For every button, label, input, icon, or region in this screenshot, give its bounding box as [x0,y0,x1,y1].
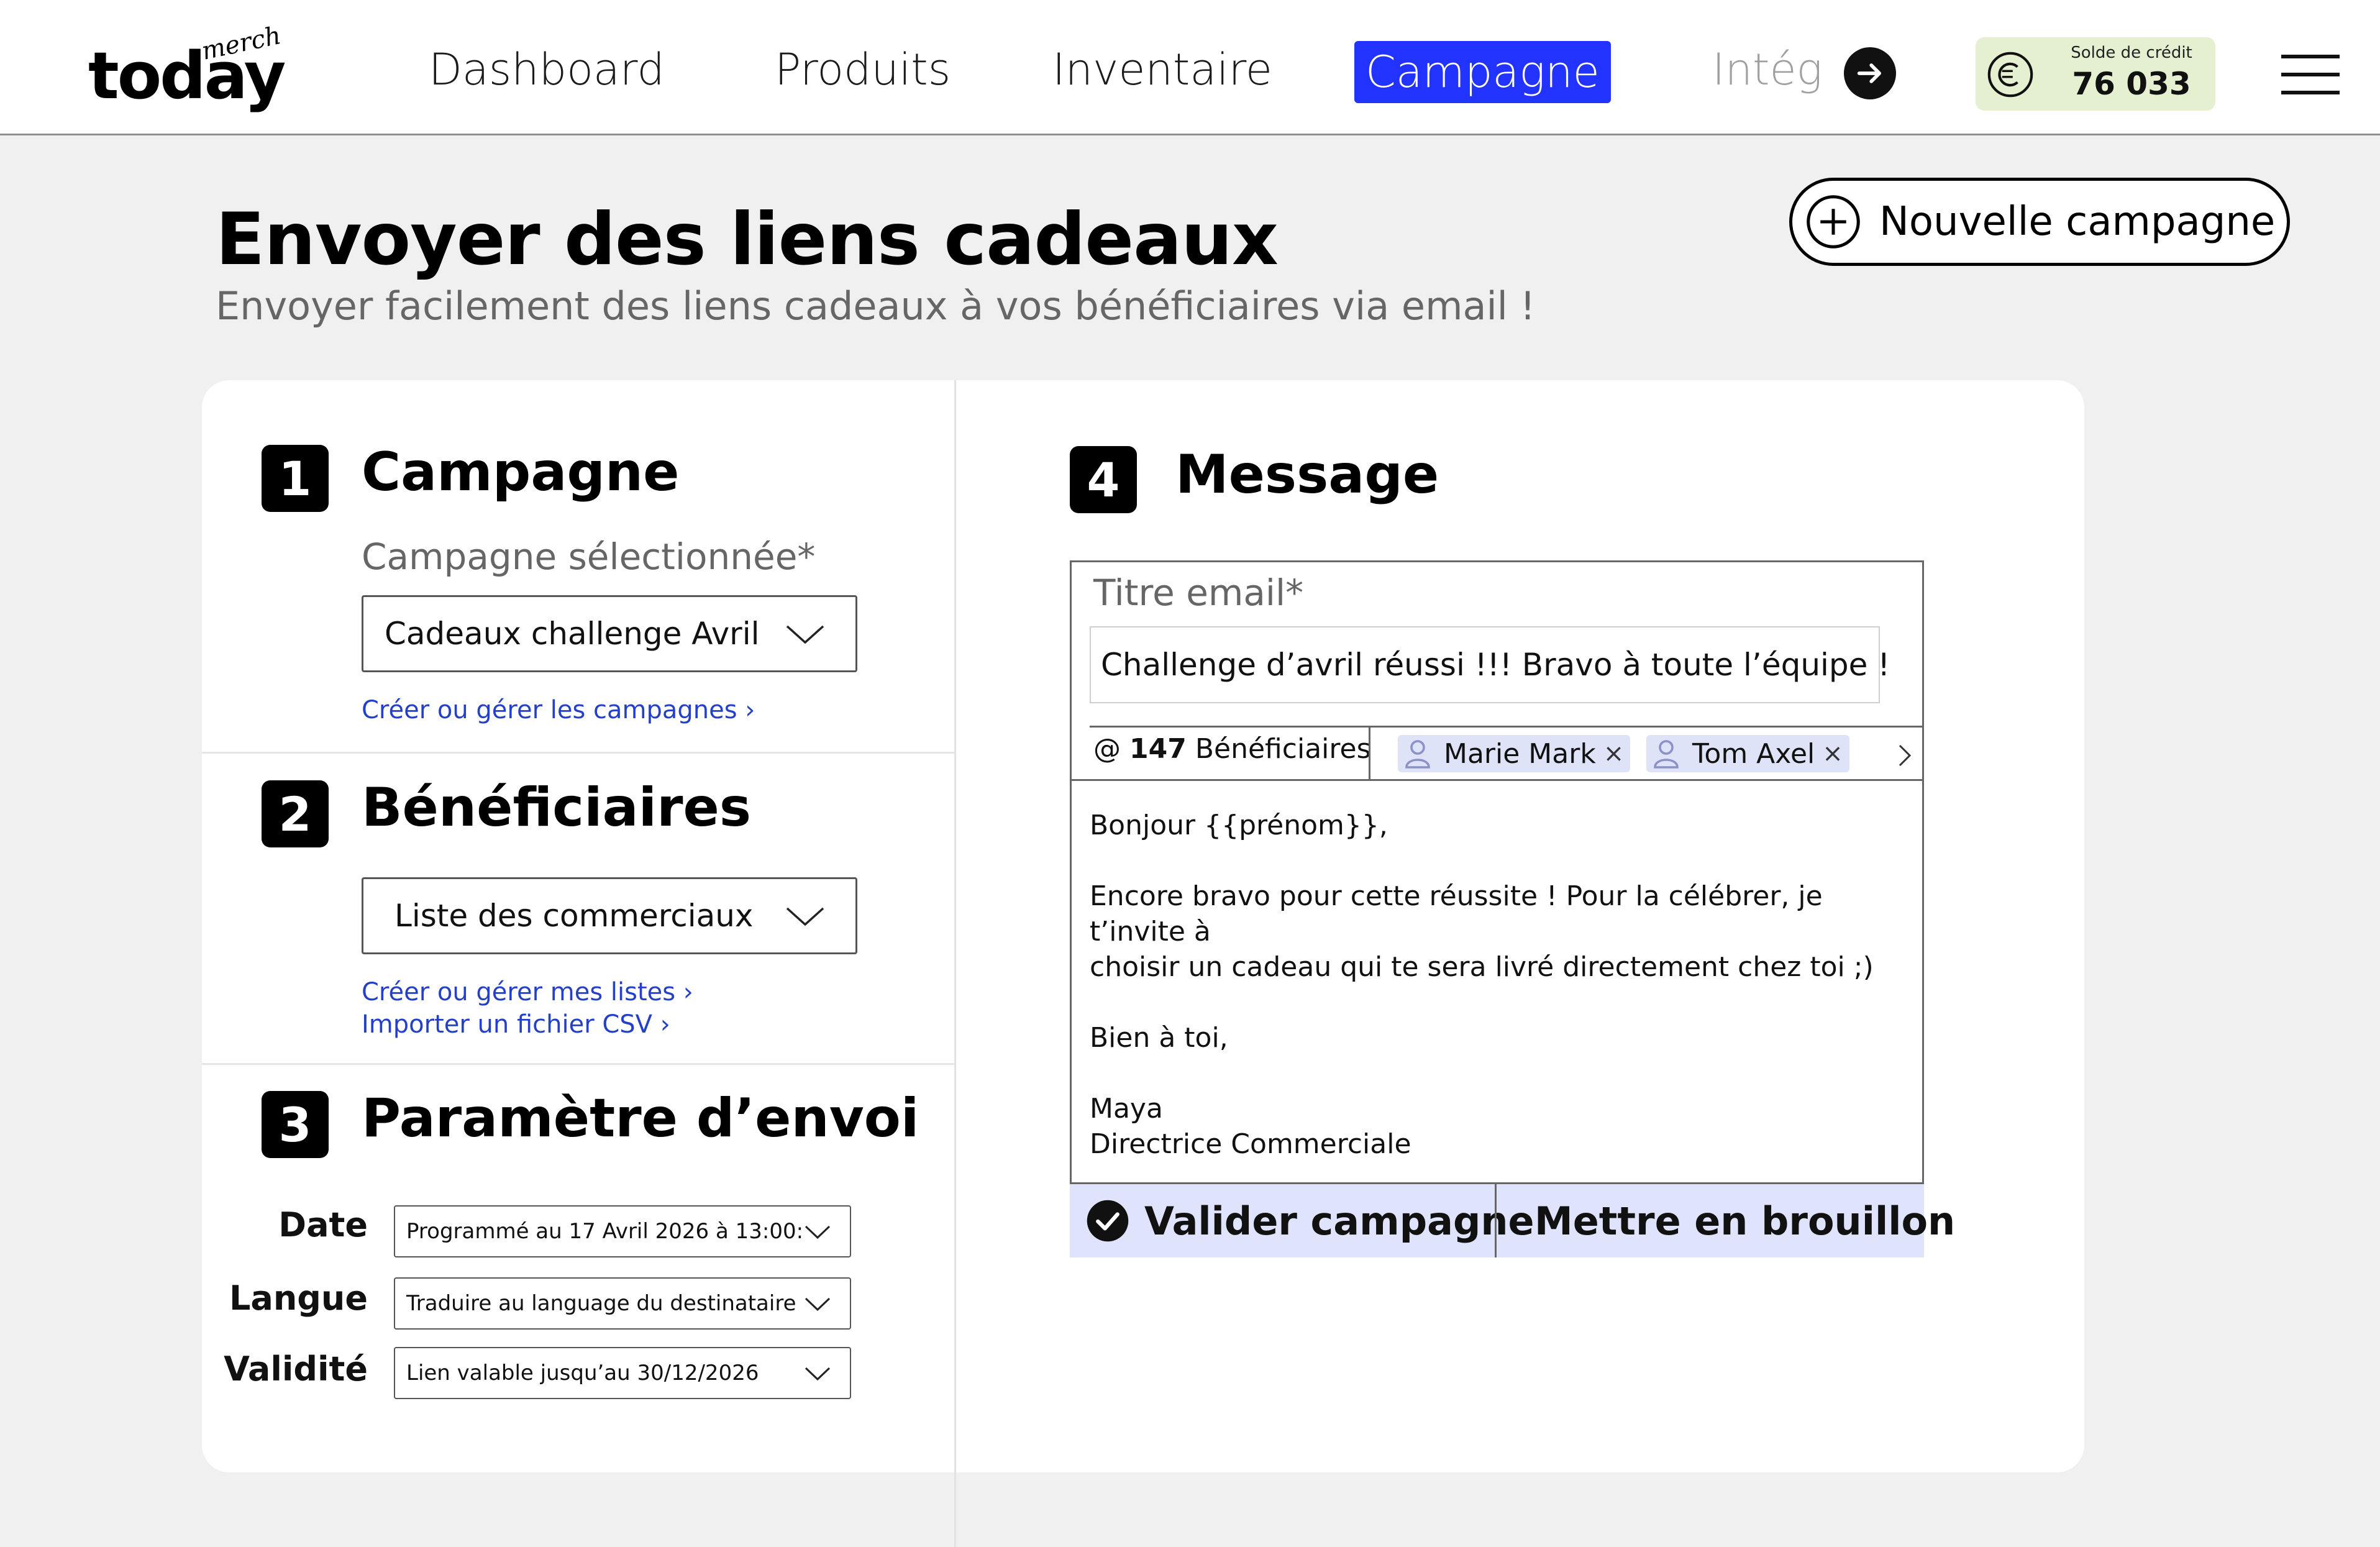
recipient-count-number: 147 [1129,733,1187,765]
top-navigation-bar: today merch Dashboard Produits Inventair… [0,0,2380,135]
step-title-message: Message [1175,444,1439,506]
language-select[interactable]: Traduire au language du destinataire [394,1277,851,1330]
email-title-label: Titre email* [1093,572,1304,614]
arrow-right-icon [1857,63,1881,83]
email-body[interactable]: Bonjour {{prénom}}, Encore bravo pour ce… [1090,808,1916,1162]
logo[interactable]: today merch [88,21,293,118]
new-campaign-button[interactable]: Nouvelle campagne [1789,178,2290,266]
recipient-chip-name: Marie Mark [1444,737,1596,770]
coin-icon [1987,52,2033,98]
user-icon [1405,740,1430,769]
validate-campaign-label: Valider campagne [1144,1198,1534,1244]
at-sign: @ [1093,733,1129,765]
recipient-count-label: Bénéficiaires [1186,733,1371,765]
campaign-select-value: Cadeaux challenge Avril [385,616,760,652]
divider [1495,1184,1497,1257]
nav-item-integrations[interactable]: Intégrations [1712,39,1827,101]
language-label: Langue [229,1279,368,1318]
page-subtitle: Envoyer facilement des liens cadeaux à v… [216,283,1536,329]
date-select[interactable]: Programmé au 17 Avril 2026 à 13:00:00 [394,1205,851,1257]
save-draft-button[interactable]: Mettre en brouillon [1534,1184,1955,1257]
save-draft-label: Mettre en brouillon [1534,1198,1956,1244]
user-icon [1654,740,1679,769]
email-body-line: choisir un cadeau qui te sera livré dire… [1090,951,1874,983]
recipient-chip-name: Tom Axel [1692,737,1815,770]
nav-item-campagne[interactable]: Campagne [1354,41,1611,103]
credit-balance: Solde de crédit 76 033 [1976,37,2215,111]
nav-item-inventaire[interactable]: Inventaire [1052,39,1272,101]
new-campaign-label: Nouvelle campagne [1879,199,2276,245]
manage-campaigns-link[interactable]: Créer ou gérer les campagnes › [362,696,755,724]
validate-campaign-button[interactable]: Valider campagne [1086,1184,1534,1257]
step-number-4: 4 [1070,446,1137,513]
validity-select[interactable]: Lien valable jusqu’au 30/12/2026 [394,1347,851,1399]
column-divider [954,380,956,1547]
validity-select-value: Lien valable jusqu’au 30/12/2026 [406,1361,759,1385]
recipient-list-select[interactable]: Liste des commerciaux [362,877,857,954]
email-greeting: Bonjour {{prénom}}, [1090,810,1388,841]
chevron-right-icon[interactable] [1895,743,1915,768]
page-title: Envoyer des liens cadeaux [216,198,1279,281]
date-select-value: Programmé au 17 Avril 2026 à 13:00:00 [406,1219,804,1244]
campaign-select[interactable]: Cadeaux challenge Avril [362,595,857,672]
credit-label: Solde de crédit [2071,43,2192,62]
selected-campaign-label: Campagne sélectionnée* [362,536,816,578]
step-number-2: 2 [262,780,329,847]
chevron-down-icon [786,625,824,644]
manage-lists-link[interactable]: Créer ou gérer mes listes › [362,978,693,1006]
step-number-1: 1 [262,445,329,512]
step-number-3: 3 [262,1091,329,1158]
chevron-down-icon [786,907,824,926]
plus-circle-icon [1807,195,1860,249]
step-title-beneficiaires: Bénéficiaires [362,777,752,839]
email-title-input[interactable]: Challenge d’avril réussi !!! Bravo à tou… [1090,626,1890,703]
check-circle-icon [1087,1200,1129,1242]
remove-icon[interactable]: × [1822,739,1843,768]
email-body-line: Encore bravo pour cette réussite ! Pour … [1090,880,1823,947]
email-closing: Bien à toi, [1090,1022,1228,1054]
recipient-chip[interactable]: Tom Axel × [1646,735,1849,772]
remove-icon[interactable]: × [1603,739,1625,768]
credit-value: 76 033 [2072,66,2191,102]
nav-scroll-right-button[interactable] [1844,47,1896,99]
hamburger-menu-icon[interactable] [2281,53,2340,96]
validity-label: Validité [224,1349,368,1389]
step-title-parametre-envoi: Paramètre d’envoi [362,1087,919,1149]
recipient-list-select-value: Liste des commerciaux [394,898,754,934]
nav-item-dashboard[interactable]: Dashboard [429,39,665,101]
email-signature-role: Directrice Commerciale [1090,1128,1411,1160]
language-select-value: Traduire au language du destinataire [406,1291,796,1316]
section-divider [202,1063,954,1065]
email-signature-name: Maya [1090,1093,1163,1125]
nav-item-produits[interactable]: Produits [775,39,951,101]
chevron-down-icon [805,1367,831,1381]
divider [1070,779,1924,781]
chevron-down-icon [805,1297,831,1312]
divider [1369,727,1370,780]
date-label: Date [278,1205,368,1244]
import-csv-link[interactable]: Importer un fichier CSV › [362,1010,670,1039]
section-divider [202,752,954,754]
recipient-chip[interactable]: Marie Mark × [1398,735,1631,772]
recipient-count[interactable]: @ 147 Bénéficiaires [1093,733,1371,765]
chevron-down-icon [805,1225,831,1239]
step-title-campagne: Campagne [362,441,680,503]
